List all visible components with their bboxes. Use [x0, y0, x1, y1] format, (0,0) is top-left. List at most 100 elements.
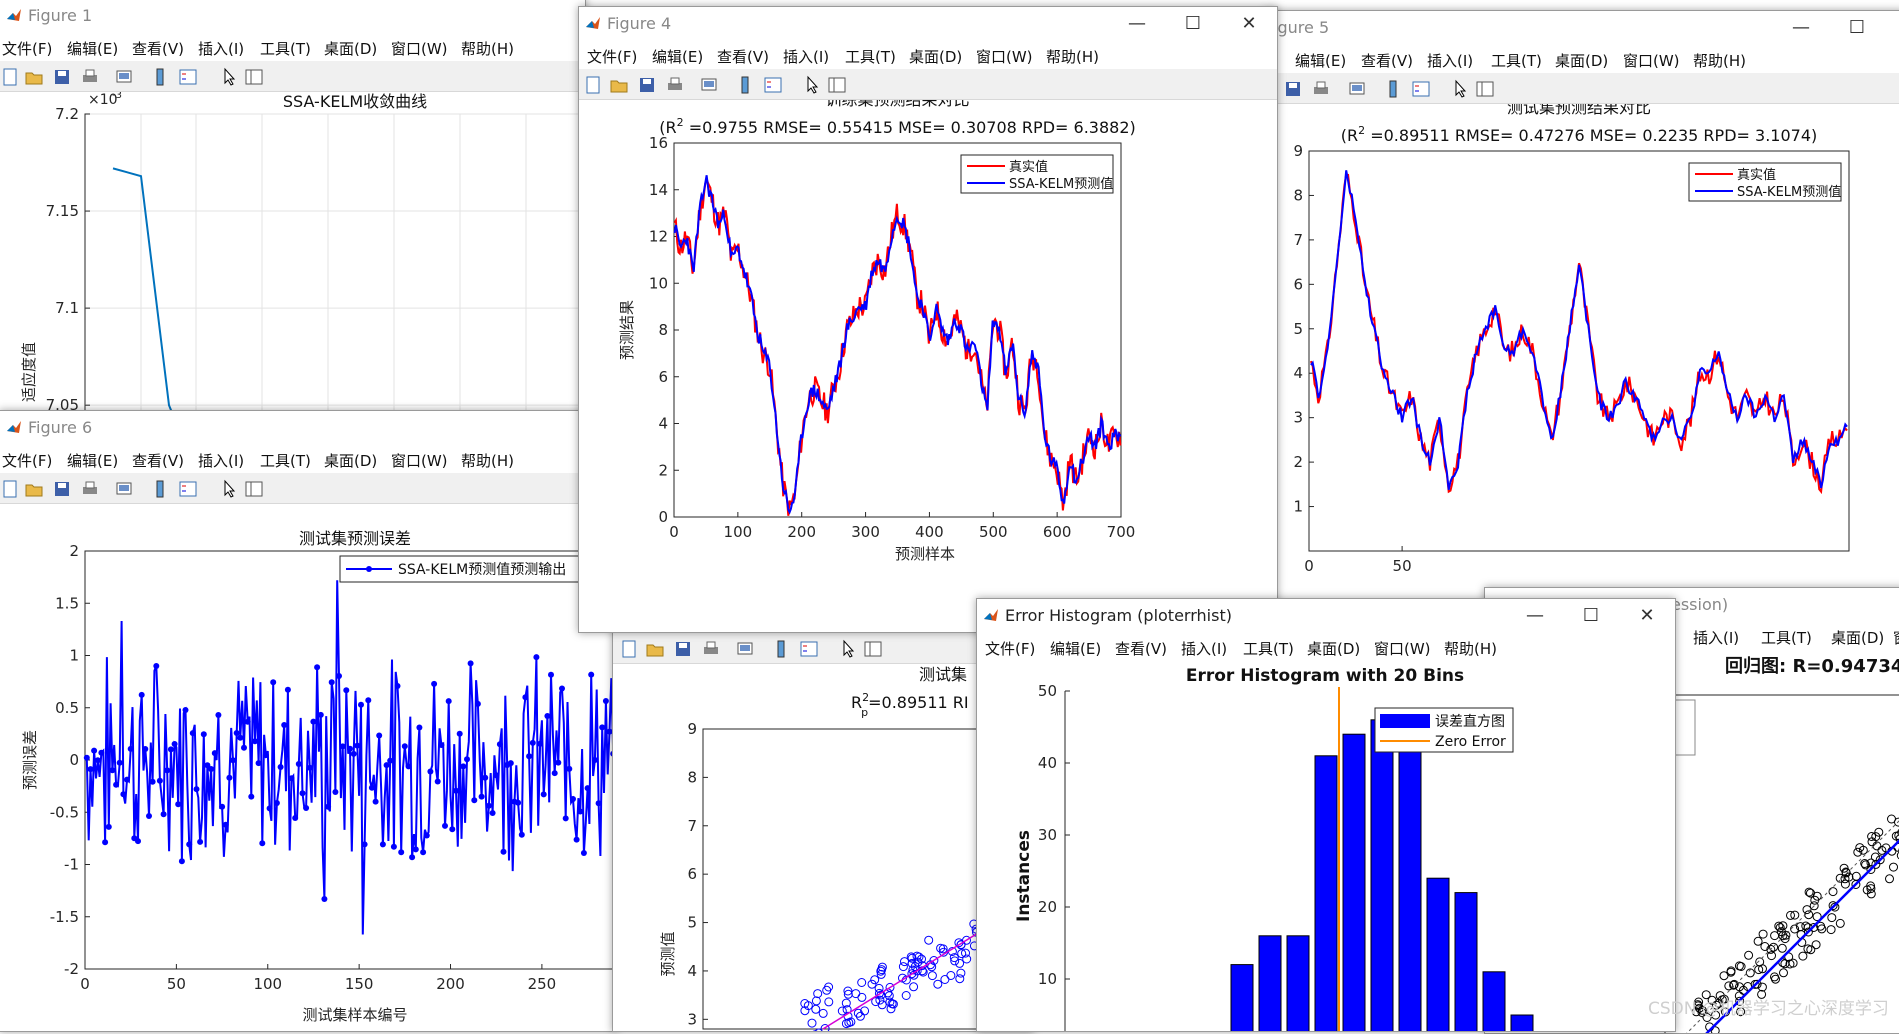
colorbar-icon[interactable]	[150, 479, 170, 499]
print-icon[interactable]	[701, 639, 721, 659]
link-plot-icon[interactable]	[1347, 79, 1367, 99]
colorbar-icon[interactable]	[150, 67, 170, 87]
menu-desktop[interactable]: 桌面(D)	[909, 46, 962, 67]
new-figure-icon[interactable]	[0, 479, 20, 499]
menu-insert[interactable]: 插入(I)	[198, 450, 244, 471]
menu-desktop[interactable]: 桌面(D)	[324, 38, 377, 59]
menu-file[interactable]: 文件(F)	[985, 638, 1035, 659]
menu-window[interactable]: 窗口(W)	[1623, 50, 1680, 71]
menu-file[interactable]: 文件(F)	[2, 38, 52, 59]
menu-view[interactable]: 查看(V)	[717, 46, 769, 67]
colorbar-icon[interactable]	[1383, 79, 1403, 99]
figure1-titlebar[interactable]: Figure 1 —	[0, 0, 585, 31]
save-icon[interactable]	[1283, 79, 1303, 99]
maximize-button[interactable]: ☐	[1165, 7, 1221, 39]
save-icon[interactable]	[637, 75, 657, 95]
print-icon[interactable]	[80, 479, 100, 499]
menu-file[interactable]: 文件(F)	[2, 450, 52, 471]
save-icon[interactable]	[52, 67, 72, 87]
menu-insert[interactable]: 插入(I)	[783, 46, 829, 67]
legend-icon[interactable]	[763, 75, 783, 95]
menu-view[interactable]: 查看(V)	[1361, 50, 1413, 71]
menu-edit[interactable]: 编辑(E)	[67, 450, 118, 471]
menu-desktop[interactable]: 桌面(D)	[1555, 50, 1608, 71]
print-icon[interactable]	[1311, 79, 1331, 99]
menu-window[interactable]: 窗口(W)	[1374, 638, 1431, 659]
menu-window[interactable]: 窗	[1893, 627, 1899, 648]
open-file-icon[interactable]	[24, 67, 44, 87]
minimize-button[interactable]: —	[1773, 11, 1829, 43]
figure4-titlebar[interactable]: Figure 4 — ☐ ✕	[579, 7, 1277, 39]
figure5-titlebar[interactable]: Figure 5 — ☐	[1265, 11, 1899, 43]
menu-help[interactable]: 帮助(H)	[1693, 50, 1746, 71]
menu-edit[interactable]: 编辑(E)	[652, 46, 703, 67]
open-file-icon[interactable]	[609, 75, 629, 95]
menu-desktop[interactable]: 桌面(D)	[1831, 627, 1884, 648]
close-button[interactable]: ✕	[1619, 599, 1675, 631]
menu-tools[interactable]: 工具(T)	[1761, 627, 1812, 648]
minimize-button[interactable]: —	[1109, 7, 1165, 39]
open-file-icon[interactable]	[645, 639, 665, 659]
legend-icon[interactable]	[799, 639, 819, 659]
menu-help[interactable]: 帮助(H)	[461, 38, 514, 59]
legend-icon[interactable]	[178, 67, 198, 87]
pointer-icon[interactable]	[220, 67, 240, 87]
save-icon[interactable]	[52, 479, 72, 499]
minimize-button[interactable]: —	[1507, 599, 1563, 631]
menu-desktop[interactable]: 桌面(D)	[324, 450, 377, 471]
new-figure-icon[interactable]	[583, 75, 603, 95]
colorbar-icon[interactable]	[771, 639, 791, 659]
figure6-titlebar[interactable]: Figure 6 —	[0, 411, 616, 443]
link-plot-icon[interactable]	[114, 67, 134, 87]
menu-insert[interactable]: 插入(I)	[198, 38, 244, 59]
menu-tools[interactable]: 工具(T)	[260, 450, 311, 471]
save-icon[interactable]	[673, 639, 693, 659]
link-plot-icon[interactable]	[735, 639, 755, 659]
property-inspector-icon[interactable]	[244, 67, 264, 87]
pointer-icon[interactable]	[839, 639, 859, 659]
property-inspector-icon[interactable]	[1475, 79, 1495, 99]
property-inspector-icon[interactable]	[827, 75, 847, 95]
new-figure-icon[interactable]	[619, 639, 639, 659]
menu-help[interactable]: 帮助(H)	[461, 450, 514, 471]
print-icon[interactable]	[665, 75, 685, 95]
menu-insert[interactable]: 插入(I)	[1181, 638, 1227, 659]
maximize-button[interactable]: ☐	[1829, 11, 1885, 43]
menu-window[interactable]: 窗口(W)	[391, 38, 448, 59]
menu-window[interactable]: 窗口(W)	[976, 46, 1033, 67]
link-plot-icon[interactable]	[699, 75, 719, 95]
link-plot-icon[interactable]	[114, 479, 134, 499]
new-figure-icon[interactable]	[0, 67, 20, 87]
property-inspector-icon[interactable]	[244, 479, 264, 499]
menu-view[interactable]: 查看(V)	[132, 450, 184, 471]
pointer-icon[interactable]	[803, 75, 823, 95]
menu-edit[interactable]: 编辑(E)	[1050, 638, 1101, 659]
menu-edit[interactable]: 编辑(E)	[1295, 50, 1346, 71]
menu-view[interactable]: 查看(V)	[1115, 638, 1167, 659]
menu-insert[interactable]: 插入(I)	[1427, 50, 1473, 71]
menu-view[interactable]: 查看(V)	[132, 38, 184, 59]
menu-tools[interactable]: 工具(T)	[260, 38, 311, 59]
maximize-button[interactable]: ☐	[1563, 599, 1619, 631]
legend-icon[interactable]	[1411, 79, 1431, 99]
colorbar-icon[interactable]	[735, 75, 755, 95]
menu-tools[interactable]: 工具(T)	[1243, 638, 1294, 659]
menu-window[interactable]: 窗口(W)	[391, 450, 448, 471]
print-icon[interactable]	[80, 67, 100, 87]
property-inspector-icon[interactable]	[863, 639, 883, 659]
figure5-toolbar	[1265, 73, 1899, 104]
menu-tools[interactable]: 工具(T)	[1491, 50, 1542, 71]
legend-icon[interactable]	[178, 479, 198, 499]
pointer-icon[interactable]	[220, 479, 240, 499]
menu-help[interactable]: 帮助(H)	[1046, 46, 1099, 67]
menu-file[interactable]: 文件(F)	[587, 46, 637, 67]
pointer-icon[interactable]	[1451, 79, 1471, 99]
menu-edit[interactable]: 编辑(E)	[67, 38, 118, 59]
menu-tools[interactable]: 工具(T)	[845, 46, 896, 67]
menu-help[interactable]: 帮助(H)	[1444, 638, 1497, 659]
menu-insert[interactable]: 插入(I)	[1693, 627, 1739, 648]
menu-desktop[interactable]: 桌面(D)	[1307, 638, 1360, 659]
open-file-icon[interactable]	[24, 479, 44, 499]
histogram-titlebar[interactable]: Error Histogram (ploterrhist) — ☐ ✕	[977, 599, 1675, 631]
close-button[interactable]: ✕	[1221, 7, 1277, 39]
